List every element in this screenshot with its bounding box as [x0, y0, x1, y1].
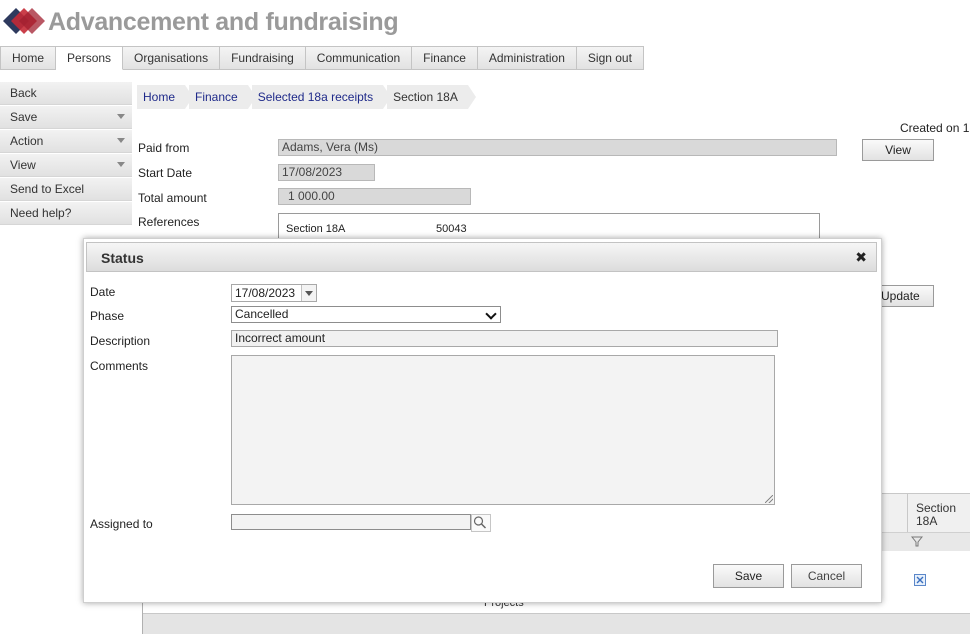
references-list: Section 18A 50043: [278, 213, 820, 241]
references-label: References: [138, 215, 200, 229]
reference-number: 50043: [436, 223, 467, 235]
sidemenu-send-to-excel[interactable]: Send to Excel: [0, 177, 132, 201]
search-icon: [473, 516, 487, 529]
assigned-to-label: Assigned to: [90, 517, 153, 531]
sidemenu-back[interactable]: Back: [0, 81, 132, 105]
caret-down-icon: [117, 162, 125, 167]
sidemenu-label: View: [10, 158, 36, 172]
diamond-logo-icon: [3, 8, 45, 34]
tab-communication[interactable]: Communication: [305, 46, 413, 70]
dialog-title: Status: [101, 250, 144, 266]
paid-from-label: Paid from: [138, 141, 190, 155]
caret-down-icon: [117, 138, 125, 143]
tab-finance[interactable]: Finance: [412, 46, 478, 70]
sidemenu-label: Save: [10, 110, 38, 124]
sidemenu-need-help[interactable]: Need help?: [0, 201, 132, 225]
tab-fundraising[interactable]: Fundraising: [220, 46, 306, 70]
total-amount-label: Total amount: [138, 191, 207, 205]
breadcrumb-current: Section 18A: [387, 85, 476, 109]
sidemenu-label: Back: [10, 86, 37, 100]
breadcrumb-home[interactable]: Home: [137, 85, 194, 109]
date-value: 17/08/2023: [235, 286, 296, 300]
phase-value: Cancelled: [235, 307, 289, 321]
sidemenu-label: Action: [10, 134, 44, 148]
breadcrumb: Home Finance Selected 18a receipts Secti…: [137, 85, 476, 109]
checkbox-icon[interactable]: [914, 574, 926, 586]
save-button[interactable]: Save: [713, 564, 784, 588]
start-date-field[interactable]: 17/08/2023: [278, 164, 375, 181]
sidemenu-action[interactable]: Action: [0, 129, 132, 153]
tab-sign-out[interactable]: Sign out: [576, 46, 644, 70]
view-button[interactable]: View: [862, 139, 934, 161]
paid-from-field[interactable]: Adams, Vera (Ms): [278, 139, 837, 156]
status-dialog: Status ✖ Date 17/08/2023 Phase Cancelled…: [83, 238, 882, 603]
chevron-down-icon[interactable]: [301, 285, 316, 301]
grid-footer: [143, 613, 970, 634]
tab-administration[interactable]: Administration: [477, 46, 577, 70]
top-nav: Home Persons Organisations Fundraising C…: [0, 46, 644, 70]
caret-down-icon: [117, 114, 125, 119]
phase-label: Phase: [90, 309, 125, 323]
start-date-label: Start Date: [138, 166, 193, 180]
close-icon[interactable]: ✖: [855, 249, 867, 266]
filter-icon[interactable]: [911, 536, 923, 547]
sidemenu-label: Send to Excel: [10, 182, 85, 196]
comments-textarea[interactable]: [231, 355, 775, 505]
dialog-header: Status ✖: [86, 242, 877, 272]
total-amount-field[interactable]: 1 000.00: [278, 188, 471, 205]
date-picker[interactable]: 17/08/2023: [231, 284, 317, 302]
reference-type: Section 18A: [286, 223, 346, 235]
breadcrumb-finance[interactable]: Finance: [189, 85, 256, 109]
tab-persons[interactable]: Persons: [56, 46, 124, 70]
sidemenu-label: Need help?: [10, 206, 72, 220]
description-label: Description: [90, 334, 151, 348]
side-menu: Back Save Action View Send to Excel Need…: [0, 81, 132, 225]
description-input[interactable]: Incorrect amount: [231, 330, 778, 347]
sidemenu-view[interactable]: View: [0, 153, 132, 177]
assigned-to-input[interactable]: [231, 514, 471, 530]
date-label: Date: [90, 285, 116, 299]
created-on-text: Created on 17: [900, 121, 970, 135]
grid-column-header-section-18a[interactable]: Section 18A: [907, 494, 970, 532]
tab-organisations[interactable]: Organisations: [123, 46, 221, 70]
chevron-down-icon: [485, 308, 497, 320]
breadcrumb-selected-receipts[interactable]: Selected 18a receipts: [251, 85, 392, 109]
assigned-search-button[interactable]: [471, 514, 491, 532]
cancel-button[interactable]: Cancel: [791, 564, 862, 588]
phase-select[interactable]: Cancelled: [231, 306, 501, 323]
tab-home[interactable]: Home: [0, 46, 57, 70]
sidemenu-save[interactable]: Save: [0, 105, 132, 129]
resize-grip-icon[interactable]: [765, 495, 773, 503]
app-title: Advancement and fundraising: [48, 8, 399, 36]
comments-label: Comments: [90, 359, 149, 373]
